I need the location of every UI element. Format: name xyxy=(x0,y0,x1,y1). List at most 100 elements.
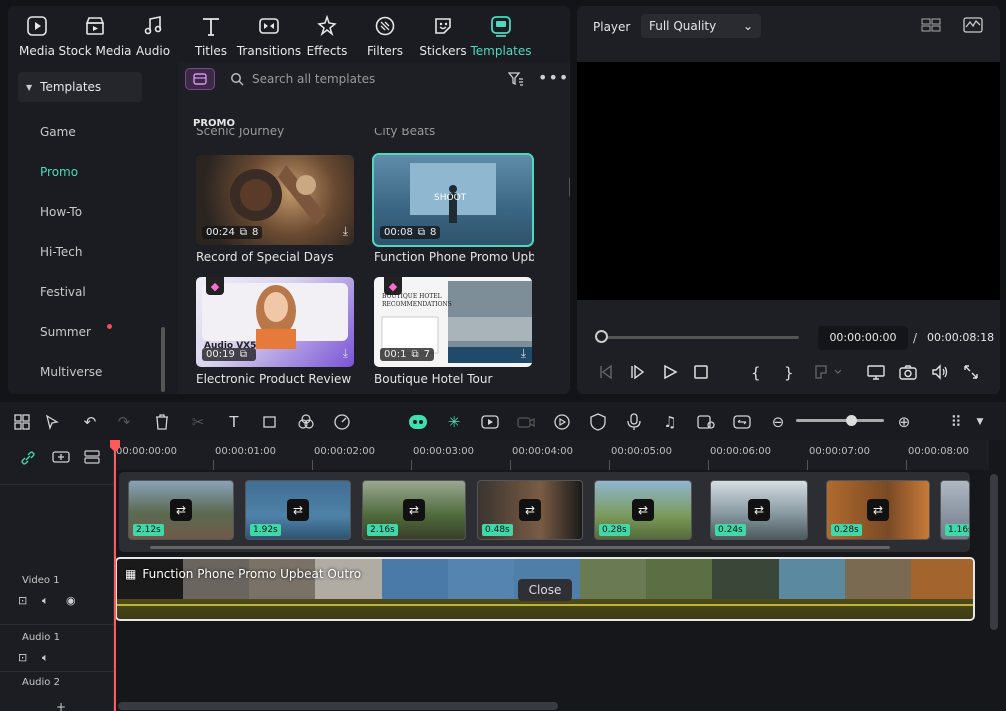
sidebar-item-hi-tech[interactable]: Hi-Tech xyxy=(40,242,82,262)
fullscreen-icon[interactable] xyxy=(963,364,979,384)
microphone-icon[interactable] xyxy=(624,412,644,432)
add-icon[interactable]: + xyxy=(56,700,66,711)
filter-sort-icon[interactable] xyxy=(507,72,524,89)
display-monitor-icon[interactable] xyxy=(867,364,885,384)
sidebar-item-multiverse[interactable]: Multiverse xyxy=(40,362,102,382)
replace-icon[interactable]: ⇄ xyxy=(519,499,541,521)
eye-icon[interactable]: ◉ xyxy=(66,594,76,607)
preview-screen[interactable] xyxy=(577,62,1000,300)
text-tool-icon[interactable]: T xyxy=(224,412,244,432)
timeline-v-scrollbar[interactable] xyxy=(990,474,998,630)
zoom-out-icon[interactable]: ⊖ xyxy=(768,412,788,432)
timeline-h-scrollbar[interactable] xyxy=(118,702,558,710)
tab-stickers[interactable]: Stickers xyxy=(414,6,472,62)
clip-row-scrollbar[interactable] xyxy=(150,546,890,549)
mark-in-icon[interactable]: { xyxy=(751,364,761,382)
replace-icon[interactable]: ⇄ xyxy=(748,499,770,521)
quality-select[interactable]: Full Quality ⌄ xyxy=(641,14,761,38)
timeline-clip[interactable]: ⇄ 0.28s xyxy=(594,480,692,540)
timeline-clip[interactable]: ⇄ 0.28s xyxy=(826,480,930,540)
redo-icon[interactable]: ↷ xyxy=(114,412,134,432)
camera-record-icon[interactable] xyxy=(516,412,536,432)
sidebar-item-game[interactable]: Game xyxy=(40,122,76,142)
tab-stock-media[interactable]: Stock Media xyxy=(58,6,132,62)
marker-dropdown-icon[interactable] xyxy=(813,364,843,384)
tab-transitions[interactable]: Transitions xyxy=(237,6,301,62)
clip-settings-icon[interactable] xyxy=(696,412,716,432)
shield-icon[interactable] xyxy=(588,412,608,432)
replace-icon[interactable]: ⇄ xyxy=(170,499,192,521)
color-icon[interactable] xyxy=(296,412,316,432)
zoom-slider[interactable] xyxy=(796,419,884,422)
sidebar-item-promo[interactable]: Promo xyxy=(40,162,78,182)
play-icon[interactable] xyxy=(662,364,678,384)
timeline-clip[interactable]: ⇄ 1.92s xyxy=(245,480,351,540)
delete-icon[interactable] xyxy=(152,412,172,432)
tab-filters[interactable]: Filters xyxy=(356,6,414,62)
waveform-monitor-icon[interactable] xyxy=(963,17,983,36)
sidebar-item-how-to[interactable]: How-To xyxy=(40,202,82,222)
next-frame-icon[interactable] xyxy=(629,364,645,384)
stop-icon[interactable] xyxy=(693,364,709,384)
timeline-clip[interactable]: ⇄ 0.24s xyxy=(710,480,808,540)
lock-icon[interactable]: ⊡ xyxy=(18,651,27,664)
template-card[interactable]: ◆ Audio VX5 00:19 ⧉ ⤓ xyxy=(196,277,354,367)
undo-icon[interactable]: ↶ xyxy=(80,412,100,432)
tab-effects[interactable]: Effects xyxy=(298,6,356,62)
snapshot-camera-icon[interactable] xyxy=(899,364,917,384)
replace-icon[interactable]: ⇄ xyxy=(287,499,309,521)
download-icon[interactable]: ⤓ xyxy=(343,224,348,239)
previous-frame-icon[interactable] xyxy=(597,364,613,384)
replace-icon[interactable]: ⇄ xyxy=(403,499,425,521)
tab-titles[interactable]: Titles xyxy=(182,6,240,62)
crop-icon[interactable] xyxy=(260,412,280,432)
time-ruler[interactable]: 00:00:00:00 00:00:01:00 00:00:02:00 00:00:0… xyxy=(114,440,989,470)
timeline-clip[interactable]: ⇄ 2.12s xyxy=(128,480,234,540)
content-scrollbar[interactable] xyxy=(569,177,570,197)
volume-icon[interactable]: 🔈︎ xyxy=(42,651,49,665)
auto-reframe-icon[interactable] xyxy=(480,412,500,432)
chevron-down-icon[interactable]: ▼ xyxy=(970,412,990,432)
tab-templates[interactable]: Templates xyxy=(471,6,532,62)
playback-speed-icon[interactable] xyxy=(552,412,572,432)
tab-audio[interactable]: Audio xyxy=(124,6,182,62)
swap-icon[interactable] xyxy=(732,412,752,432)
close-tooltip[interactable]: Close xyxy=(518,579,572,601)
ai-sparkle-icon[interactable]: ✳ xyxy=(444,412,464,432)
replace-icon[interactable]: ⇄ xyxy=(867,499,889,521)
lock-icon[interactable]: ⊡ xyxy=(18,594,27,607)
sidebar-scrollbar[interactable] xyxy=(161,327,165,392)
volume-icon[interactable]: 🔈︎ xyxy=(42,594,49,608)
track-manager-icon[interactable] xyxy=(84,450,100,468)
link-icon[interactable] xyxy=(20,450,36,470)
grid-view-icon[interactable] xyxy=(921,18,941,35)
current-timecode[interactable]: 00:00:00:00 xyxy=(818,326,908,350)
download-icon[interactable]: ⤓ xyxy=(521,346,526,361)
volume-icon[interactable] xyxy=(931,364,949,384)
replace-icon[interactable]: ⇄ xyxy=(632,499,654,521)
timeline-clip[interactable]: 1.16s xyxy=(940,480,970,540)
sidebar-item-festival[interactable]: Festival xyxy=(40,282,86,302)
select-pointer-icon[interactable] xyxy=(42,412,62,432)
zoom-in-icon[interactable]: ⊕ xyxy=(894,412,914,432)
seek-bar[interactable] xyxy=(601,336,799,339)
audio-list-icon[interactable]: ♫ xyxy=(660,412,680,432)
more-grid-icon[interactable]: ⠿ xyxy=(946,412,966,432)
timeline-clip[interactable]: ⇄ 2.16s xyxy=(362,480,466,540)
more-options-icon[interactable]: ••• xyxy=(538,68,569,87)
add-track-icon[interactable] xyxy=(52,450,70,468)
search-input[interactable] xyxy=(252,70,482,88)
template-card-selected[interactable]: SHOOT 00:08 ⧉ 8 xyxy=(372,153,534,247)
tab-media[interactable]: Media xyxy=(8,6,66,62)
timeline-clip[interactable]: ⇄ 0.48s xyxy=(477,480,583,540)
scissors-icon[interactable]: ✂ xyxy=(188,412,208,432)
category-header[interactable]: ▼ Templates xyxy=(18,72,142,102)
sidebar-item-summer[interactable]: Summer xyxy=(40,322,91,342)
ai-speed-icon[interactable] xyxy=(332,412,352,432)
download-icon[interactable]: ⤓ xyxy=(343,346,348,361)
layout-grid-icon[interactable] xyxy=(12,412,32,432)
mark-out-icon[interactable]: } xyxy=(784,364,794,382)
template-card[interactable]: ◆ BOUTIQUE HOTEL RECOMMENDATIONS 00:1 ⧉ 7 … xyxy=(374,277,532,367)
ai-mascot-icon[interactable] xyxy=(408,412,428,432)
my-templates-icon[interactable] xyxy=(185,68,215,90)
